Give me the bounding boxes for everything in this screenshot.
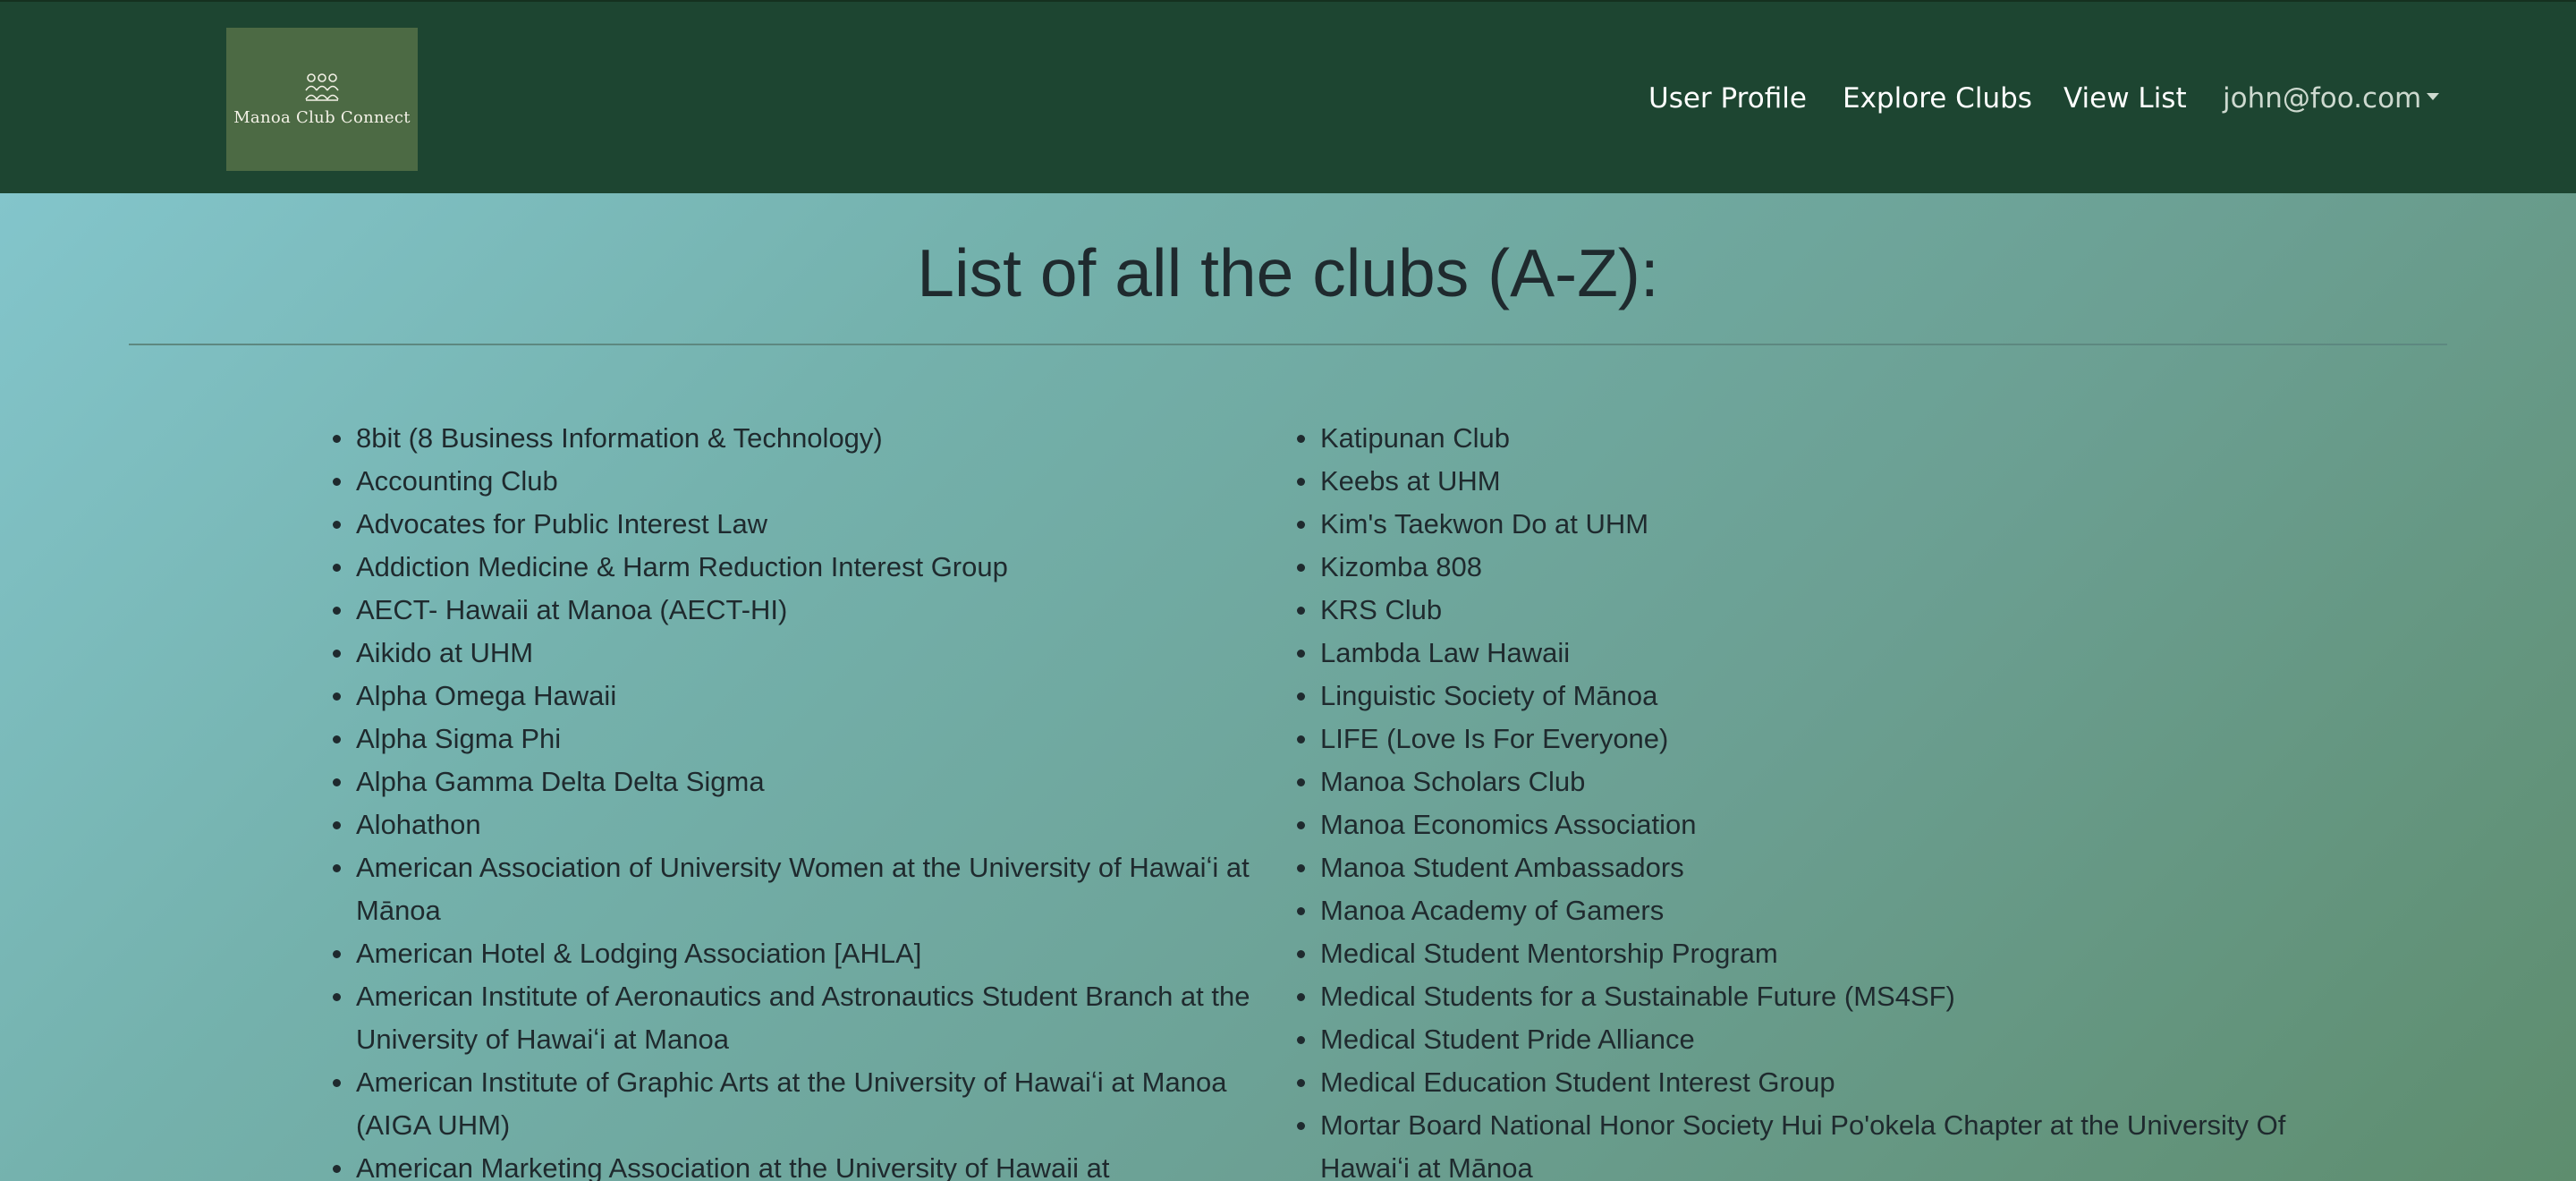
club-list-item: Accounting Club <box>331 460 1252 503</box>
club-list-item: Manoa Economics Association <box>1295 803 2297 846</box>
navbar: Manoa Club Connect User Profile Explore … <box>0 0 2576 193</box>
club-list-item: Linguistic Society of Mānoa <box>1295 675 2297 718</box>
club-list-item: Alpha Sigma Phi <box>331 718 1252 760</box>
nav-user-profile[interactable]: User Profile <box>1648 82 1807 115</box>
club-list-item: Aikido at UHM <box>331 632 1252 675</box>
site-logo[interactable]: Manoa Club Connect <box>226 28 418 171</box>
club-list-item: Lambda Law Hawaii <box>1295 632 2297 675</box>
club-list-item: Medical Students for a Sustainable Futur… <box>1295 975 2297 1018</box>
club-list-right: Katipunan Club Keebs at UHM Kim's Taekwon … <box>1295 417 2297 1181</box>
nav-explore-clubs[interactable]: Explore Clubs <box>1843 82 2032 115</box>
club-list-item: Advocates for Public Interest Law <box>331 503 1252 546</box>
club-list-item: Alpha Gamma Delta Delta Sigma <box>331 760 1252 803</box>
club-list-item: Alpha Omega Hawaii <box>331 675 1252 718</box>
user-email: john@foo.com <box>2223 82 2422 115</box>
club-list-item: Medical Education Student Interest Group <box>1295 1061 2297 1104</box>
club-list-item: Kizomba 808 <box>1295 546 2297 589</box>
club-list-item: Medical Student Pride Alliance <box>1295 1018 2297 1061</box>
club-list-item: American Marketing Association at the Un… <box>331 1147 1252 1181</box>
club-list-left: 8bit (8 Business Information & Technolog… <box>331 417 1252 1181</box>
club-list-item: 8bit (8 Business Information & Technolog… <box>331 417 1252 460</box>
title-divider <box>129 344 2447 345</box>
club-list-item: KRS Club <box>1295 589 2297 632</box>
club-list-item: American Institute of Graphic Arts at th… <box>331 1061 1252 1147</box>
club-list-item: LIFE (Love Is For Everyone) <box>1295 718 2297 760</box>
club-list-item: AECT- Hawaii at Manoa (AECT-HI) <box>331 589 1252 632</box>
people-group-icon <box>305 72 339 101</box>
chevron-down-icon <box>2427 92 2440 100</box>
club-list-item: Medical Student Mentorship Program <box>1295 932 2297 975</box>
page-title: List of all the clubs (A-Z): <box>917 235 1659 310</box>
club-list-item: American Institute of Aeronautics and As… <box>331 975 1252 1061</box>
club-list-item: Manoa Academy of Gamers <box>1295 889 2297 932</box>
logo-text: Manoa Club Connect <box>233 107 411 127</box>
main-content: List of all the clubs (A-Z): 8bit (8 Bus… <box>0 193 2576 1181</box>
club-list-item: Mortar Board National Honor Society Hui … <box>1295 1104 2297 1181</box>
club-list-item: American Association of University Women… <box>331 846 1252 932</box>
club-list-item: Addiction Medicine & Harm Reduction Inte… <box>331 546 1252 589</box>
club-list-item: Katipunan Club <box>1295 417 2297 460</box>
club-list-item: Manoa Student Ambassadors <box>1295 846 2297 889</box>
club-list-item: Alohathon <box>331 803 1252 846</box>
nav-view-list[interactable]: View List <box>2063 82 2187 115</box>
club-list-item: Keebs at UHM <box>1295 460 2297 503</box>
club-list-item: American Hotel & Lodging Association [AH… <box>331 932 1252 975</box>
club-list-item: Manoa Scholars Club <box>1295 760 2297 803</box>
user-menu-dropdown[interactable]: john@foo.com <box>2223 82 2440 115</box>
club-list-item: Kim's Taekwon Do at UHM <box>1295 503 2297 546</box>
